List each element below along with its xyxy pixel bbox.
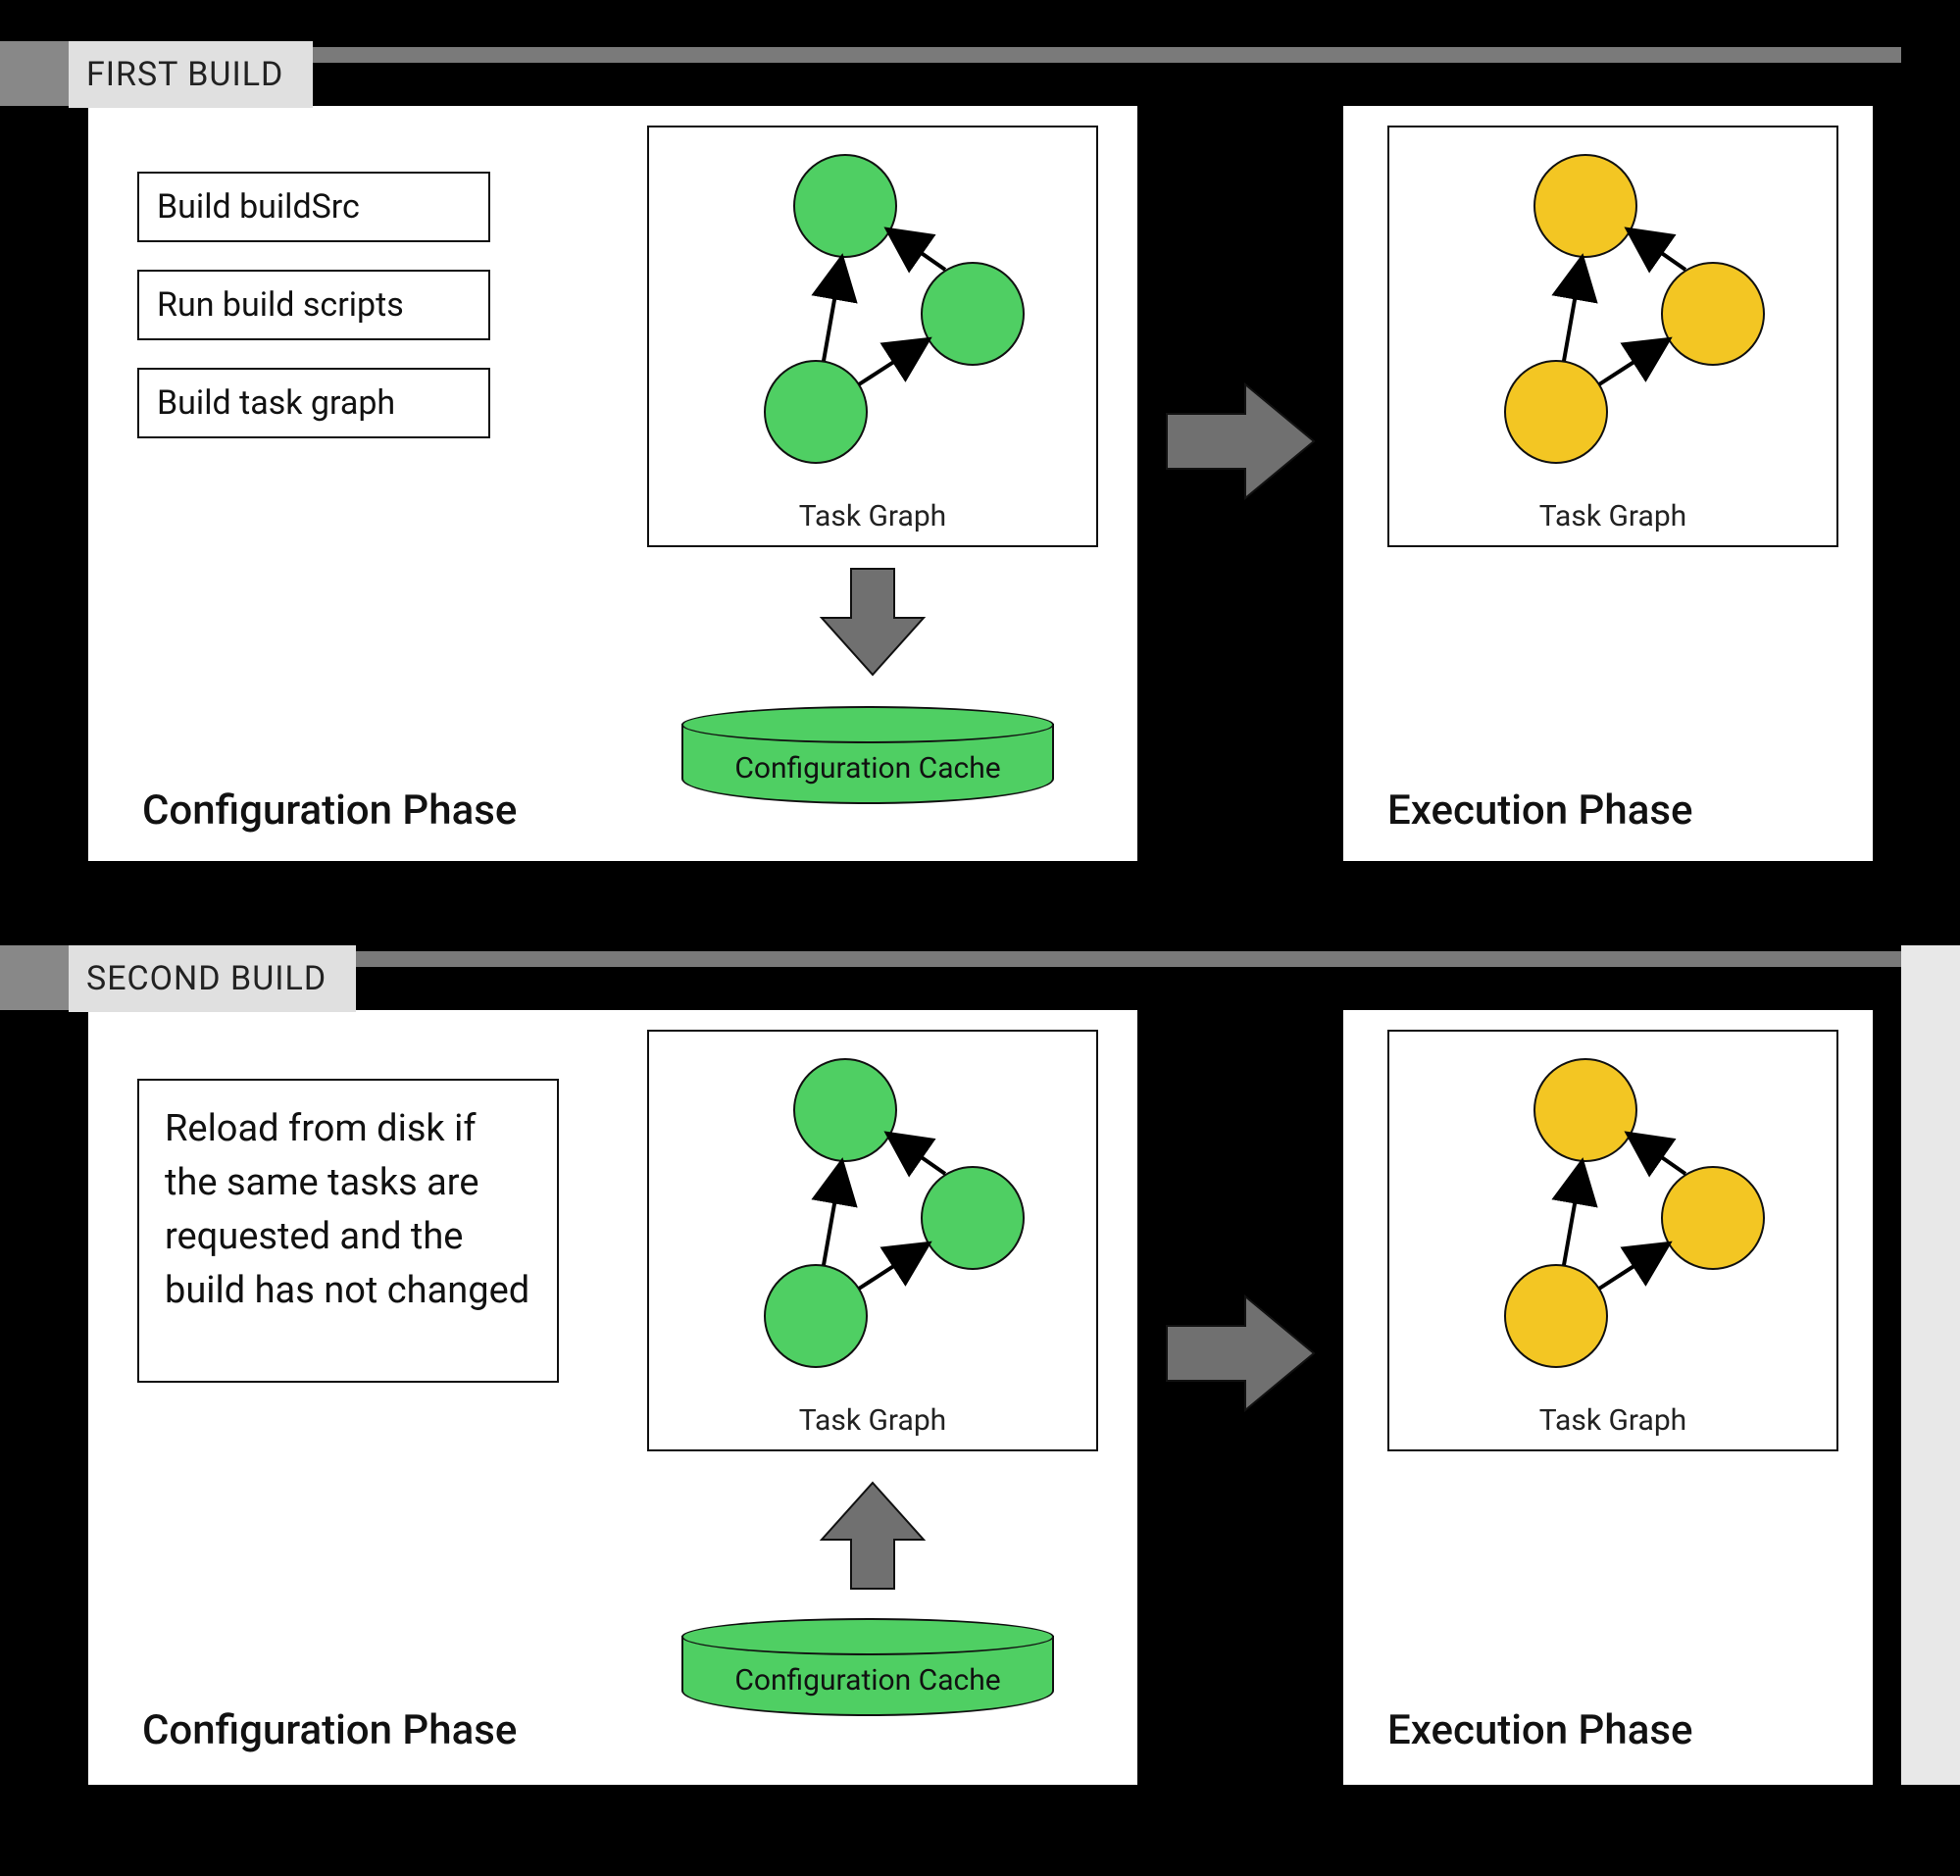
config-cache-label-1: Configuration Cache xyxy=(681,751,1054,786)
arrow-to-execution-2 xyxy=(1157,1285,1324,1422)
arrow-to-execution-1 xyxy=(1157,373,1324,510)
tab-stub-1 xyxy=(0,41,69,106)
task-graph-yellow-2 xyxy=(1389,1032,1840,1404)
second-build-config-taskgraph: Task Graph xyxy=(647,1030,1098,1451)
taskgraph-caption-1: Task Graph xyxy=(649,499,1096,533)
step-run-scripts: Run build scripts xyxy=(137,270,490,340)
first-build-exec-phase-title: Execution Phase xyxy=(1387,786,1692,835)
second-build-exec-taskgraph: Task Graph xyxy=(1387,1030,1838,1451)
task-graph-green-1 xyxy=(649,127,1100,500)
step-build-task-graph: Build task graph xyxy=(137,368,490,438)
arrow-down-to-cache xyxy=(814,559,931,686)
first-build-config-phase-title: Configuration Phase xyxy=(142,786,517,835)
first-build-exec-taskgraph: Task Graph xyxy=(1387,126,1838,547)
second-build-exec-phase-title: Execution Phase xyxy=(1387,1706,1692,1754)
first-build-label: FIRST BUILD xyxy=(69,41,313,108)
second-build-config-phase-title: Configuration Phase xyxy=(142,1706,517,1754)
config-cache-cylinder-1: Configuration Cache xyxy=(681,706,1054,804)
first-build-config-taskgraph: Task Graph xyxy=(647,126,1098,547)
second-build-label: SECOND BUILD xyxy=(69,945,356,1012)
config-cache-label-2: Configuration Cache xyxy=(681,1663,1054,1698)
step-build-buildsrc: Build buildSrc xyxy=(137,172,490,242)
taskgraph-caption-4: Task Graph xyxy=(1389,1403,1836,1438)
task-graph-green-2 xyxy=(649,1032,1100,1404)
taskgraph-caption-3: Task Graph xyxy=(649,1403,1096,1438)
tab-stub-2 xyxy=(0,945,69,1010)
taskgraph-caption-2: Task Graph xyxy=(1389,499,1836,533)
second-build-note: Reload from disk if the same tasks are r… xyxy=(137,1079,559,1383)
task-graph-yellow-1 xyxy=(1389,127,1840,500)
right-strip xyxy=(1901,945,1960,1785)
config-cache-cylinder-2: Configuration Cache xyxy=(681,1618,1054,1716)
arrow-up-from-cache xyxy=(814,1471,931,1598)
